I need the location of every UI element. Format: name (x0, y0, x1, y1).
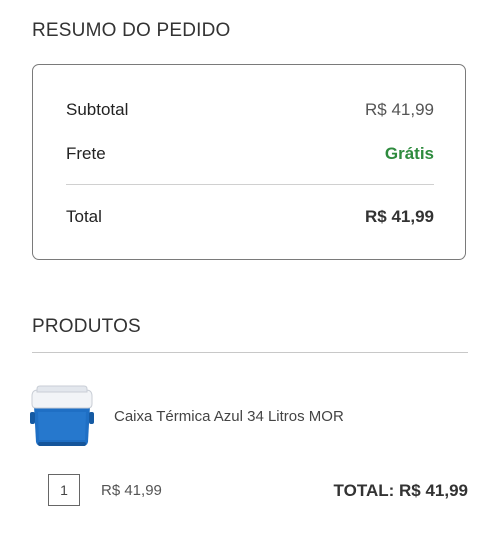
shipping-label: Frete (66, 144, 106, 163)
order-summary-box: Subtotal R$ 41,99 Frete Grátis Total R$ … (32, 64, 466, 260)
quantity-field[interactable]: 1 (48, 474, 80, 506)
total-label: Total (66, 207, 102, 226)
subtotal-row: Subtotal R$ 41,99 (66, 100, 434, 120)
products-title: PRODUTOS (32, 316, 141, 337)
total-row: Total R$ 41,99 (66, 207, 434, 227)
shipping-value: Grátis (384, 144, 434, 163)
quantity-value: 1 (60, 482, 68, 498)
subtotal-label: Subtotal (66, 100, 129, 119)
order-summary-title: RESUMO DO PEDIDO (32, 20, 231, 41)
shipping-row: Frete Grátis (66, 144, 434, 164)
summary-divider (66, 184, 434, 185)
products-divider (32, 352, 468, 353)
subtotal-value: R$ 41,99 (365, 100, 434, 119)
cooler-box-product-image[interactable] (28, 382, 96, 450)
product-name[interactable]: Caixa Térmica Azul 34 Litros MOR (114, 408, 344, 425)
line-total: TOTAL: R$ 41,99 (333, 481, 468, 500)
unit-price: R$ 41,99 (101, 482, 162, 499)
cooler-box-icon (30, 385, 94, 446)
total-value: R$ 41,99 (365, 207, 434, 226)
